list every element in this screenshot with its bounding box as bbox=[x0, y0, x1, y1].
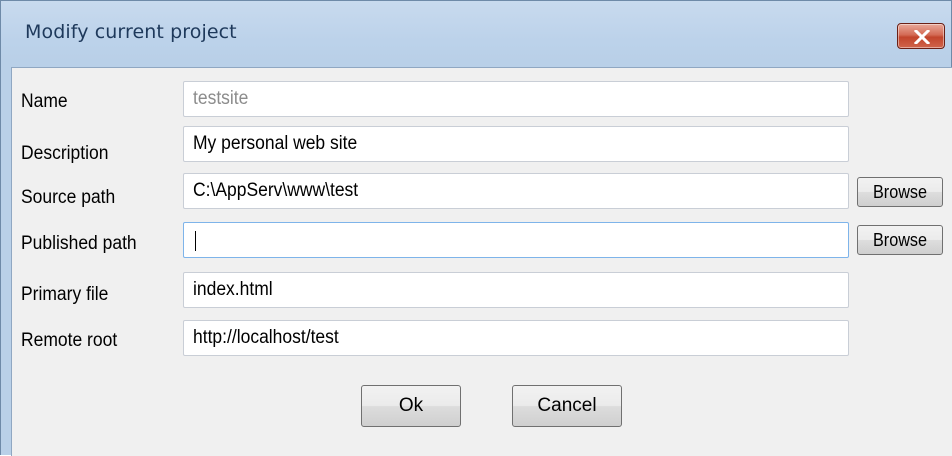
close-button[interactable] bbox=[897, 23, 945, 49]
ok-button[interactable]: Ok bbox=[361, 385, 461, 427]
description-value: My personal web site bbox=[193, 133, 358, 154]
primary-file-field[interactable]: index.html bbox=[183, 272, 849, 308]
description-label: Description bbox=[21, 143, 109, 164]
description-field[interactable]: My personal web site bbox=[183, 126, 849, 162]
close-icon bbox=[914, 30, 930, 44]
remote-root-label: Remote root bbox=[21, 330, 118, 351]
published-path-browse-button[interactable]: Browse bbox=[857, 225, 943, 255]
source-path-label: Source path bbox=[21, 187, 116, 208]
title-bar[interactable]: Modify current project bbox=[1, 1, 951, 67]
source-path-browse-button[interactable]: Browse bbox=[857, 177, 943, 207]
published-path-browse-label: Browse bbox=[872, 230, 928, 250]
text-caret bbox=[195, 231, 196, 251]
source-path-value: C:\AppServ\www\test bbox=[193, 180, 359, 201]
name-value: testsite bbox=[193, 88, 249, 109]
cancel-button[interactable]: Cancel bbox=[512, 385, 622, 427]
primary-file-label: Primary file bbox=[21, 284, 109, 305]
name-field[interactable]: testsite bbox=[183, 81, 849, 117]
window-title: Modify current project bbox=[25, 21, 237, 43]
dialog-window: Modify current project Name testsite Des… bbox=[0, 0, 952, 456]
source-path-browse-label: Browse bbox=[872, 182, 928, 202]
source-path-field[interactable]: C:\AppServ\www\test bbox=[183, 173, 849, 209]
published-path-field[interactable] bbox=[183, 222, 849, 258]
name-label: Name bbox=[21, 91, 68, 112]
remote-root-field[interactable]: http://localhost/test bbox=[183, 320, 849, 356]
remote-root-value: http://localhost/test bbox=[193, 327, 339, 348]
published-path-label: Published path bbox=[21, 233, 137, 254]
primary-file-value: index.html bbox=[193, 279, 273, 300]
